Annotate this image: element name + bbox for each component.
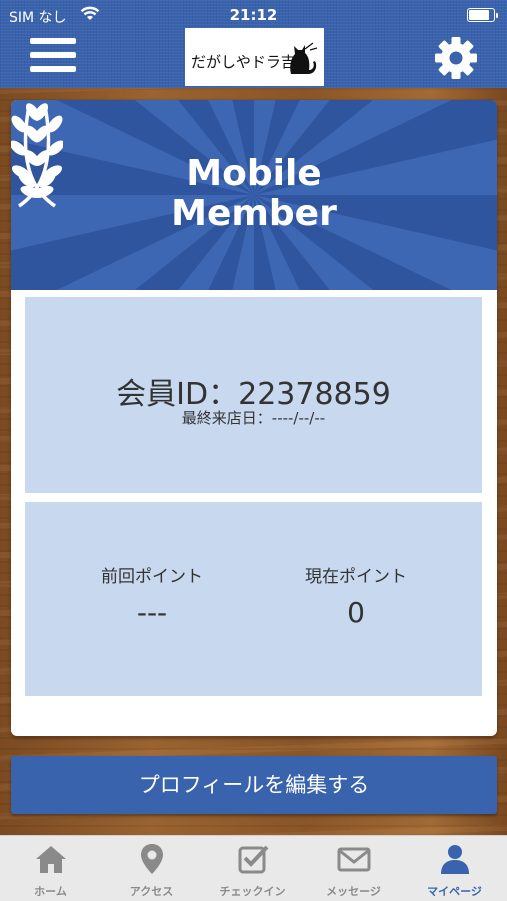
current-points-value: 0 (347, 596, 365, 629)
edit-profile-button[interactable]: プロフィールを編集する (11, 756, 497, 814)
tab-label: ホーム (34, 885, 67, 898)
tab-label: メッセージ (326, 885, 381, 898)
shop-logo: だがしやドラ吉 (185, 28, 324, 86)
status-bar: SIM なし 21:12 (0, 0, 507, 30)
banner-title-line2: Member (171, 193, 337, 234)
person-icon (441, 845, 469, 874)
menu-bar (30, 38, 76, 44)
cat-logo-icon (290, 42, 318, 74)
tab-label: チェックイン (219, 885, 286, 898)
tab-checkin[interactable]: チェックイン (202, 836, 303, 901)
envelope-icon (337, 847, 371, 872)
tab-bar: ホーム アクセス チェックイン メッセージ マイページ (0, 835, 507, 901)
menu-bar (30, 52, 76, 58)
current-points-label: 現在ポイント (305, 567, 407, 587)
banner-title: Mobile Member (11, 154, 497, 234)
battery-icon (467, 8, 498, 22)
home-icon (36, 846, 66, 873)
menu-bar (30, 66, 76, 72)
points-panel: 前回ポイント --- 現在ポイント 0 (25, 502, 482, 696)
tab-access[interactable]: アクセス (101, 836, 202, 901)
settings-gear-icon[interactable] (433, 35, 479, 81)
status-time: 21:12 (229, 6, 278, 24)
previous-points-value: --- (136, 596, 168, 629)
map-pin-icon (141, 844, 163, 874)
tab-label: アクセス (129, 885, 174, 898)
previous-points-label: 前回ポイント (101, 567, 203, 587)
member-card: Mobile Member 会員ID：22378859 最終来店日：----/-… (11, 100, 497, 736)
last-visit-date: 最終来店日：----/--/-- (181, 409, 326, 427)
banner-title-line1: Mobile (186, 153, 322, 194)
tab-mypage[interactable]: マイページ (404, 836, 505, 901)
tab-message[interactable]: メッセージ (303, 836, 404, 901)
member-id-panel: 会員ID：22378859 最終来店日：----/--/-- (25, 297, 482, 493)
tab-home[interactable]: ホーム (0, 836, 101, 901)
hamburger-menu-button[interactable] (30, 38, 76, 76)
member-banner: Mobile Member (11, 100, 497, 290)
tab-label: マイページ (427, 885, 482, 898)
logo-text: だがしやドラ吉 (191, 53, 296, 71)
checkbox-icon (238, 845, 269, 874)
app-header: SIM なし 21:12 だがしやドラ吉 (0, 0, 507, 88)
